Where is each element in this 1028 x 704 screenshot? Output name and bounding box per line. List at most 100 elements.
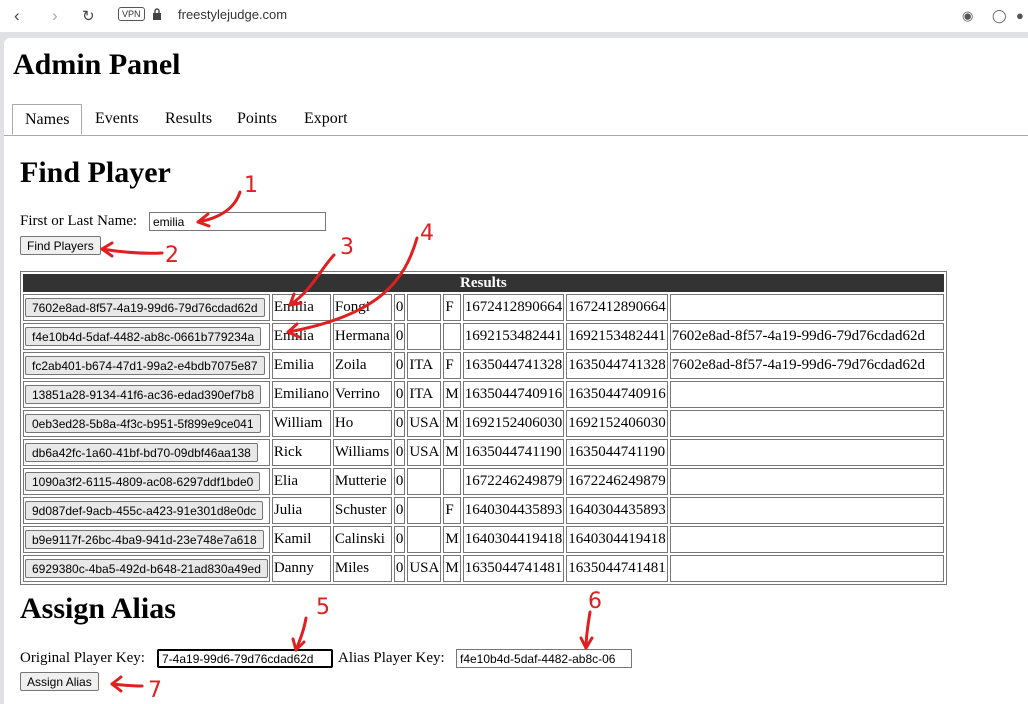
camera-icon[interactable]: ◉ (962, 8, 973, 24)
cell-updated: 1672246249879 (566, 468, 668, 495)
assign-alias-heading: Assign Alias (20, 592, 176, 625)
cell-first: Emilia (271, 352, 331, 379)
player-key-button[interactable]: 9d087def-9acb-455c-a423-91e301d8e0dc (25, 501, 264, 520)
cell-n: 0 (393, 439, 406, 466)
cell-gender: M (443, 381, 461, 408)
cell-first: Emiliano (271, 381, 331, 408)
tab-names[interactable]: Names (12, 104, 83, 135)
table-row: db6a42fc-1a60-41bf-bd70-09dbf46aa138 Rick… (23, 439, 944, 466)
results-table: Results 7602e8ad-8f57-4a19-99d6-79d76cda… (20, 271, 947, 585)
cell-alias (669, 294, 944, 321)
key-cell: 7602e8ad-8f57-4a19-99d6-79d76cdad62d (23, 294, 270, 321)
alias-key-input[interactable] (456, 649, 632, 668)
shield-icon[interactable]: ◯ (992, 8, 1007, 24)
cell-gender: F (443, 352, 461, 379)
cell-updated: 1635044740916 (566, 381, 668, 408)
cell-gender: F (443, 497, 461, 524)
key-cell: b9e9117f-26bc-4ba9-941d-23e748e7a618 (23, 526, 270, 553)
cell-n: 0 (393, 410, 406, 437)
key-cell: db6a42fc-1a60-41bf-bd70-09dbf46aa138 (23, 439, 270, 466)
cell-first: Danny (271, 555, 331, 582)
reload-icon[interactable]: ↻ (82, 7, 95, 25)
cell-alias: 7602e8ad-8f57-4a19-99d6-79d76cdad62d (669, 352, 944, 379)
cell-first: William (271, 410, 331, 437)
cell-alias (669, 526, 944, 553)
table-row: 13851a28-9134-41f6-ac36-edad390ef7b8 Emil… (23, 381, 944, 408)
find-players-button[interactable]: Find Players (20, 236, 101, 255)
player-key-button[interactable]: 1090a3f2-6115-4809-ac08-6297ddf1bde0 (25, 472, 261, 491)
forward-arrow-icon[interactable]: › (52, 6, 58, 26)
cell-updated: 1692152406030 (566, 410, 668, 437)
back-arrow-icon[interactable]: ‹ (14, 6, 20, 26)
page-title: Admin Panel (13, 48, 181, 81)
cell-country: ITA (407, 352, 442, 379)
cell-n: 0 (393, 497, 406, 524)
cell-created: 1692152406030 (462, 410, 565, 437)
table-row: 9d087def-9acb-455c-a423-91e301d8e0dc Juli… (23, 497, 944, 524)
menu-icon[interactable]: ● (1016, 8, 1024, 23)
cell-last: Schuster (332, 497, 392, 524)
tab-results[interactable]: Results (165, 104, 212, 134)
cell-updated: 1640304419418 (566, 526, 668, 553)
cell-n: 0 (393, 294, 406, 321)
cell-created: 1635044741328 (462, 352, 565, 379)
cell-updated: 1672412890664 (566, 294, 668, 321)
table-row: fc2ab401-b674-47d1-99a2-e4bdb7075e87 Emil… (23, 352, 944, 379)
player-key-button[interactable]: f4e10b4d-5daf-4482-ab8c-0661b779234a (25, 327, 262, 346)
cell-alias (669, 555, 944, 582)
cell-n: 0 (393, 323, 406, 350)
cell-country (407, 323, 442, 350)
cell-updated: 1635044741481 (566, 555, 668, 582)
cell-first: Elia (271, 468, 331, 495)
cell-country (407, 468, 442, 495)
cell-created: 1635044740916 (462, 381, 565, 408)
cell-gender: M (443, 555, 461, 582)
original-key-input[interactable] (157, 649, 333, 668)
player-key-button[interactable]: db6a42fc-1a60-41bf-bd70-09dbf46aa138 (25, 443, 258, 462)
cell-updated: 1635044741328 (566, 352, 668, 379)
player-key-button[interactable]: 0eb3ed28-5b8a-4f3c-b951-5f899e9ce041 (25, 414, 261, 433)
player-key-button[interactable]: 13851a28-9134-41f6-ac36-edad390ef7b8 (25, 385, 262, 404)
cell-created: 1635044741481 (462, 555, 565, 582)
tab-export[interactable]: Export (304, 104, 348, 134)
cell-updated: 1640304435893 (566, 497, 668, 524)
cell-n: 0 (393, 352, 406, 379)
table-row: 7602e8ad-8f57-4a19-99d6-79d76cdad62d Emil… (23, 294, 944, 321)
results-header: Results (23, 274, 944, 292)
cell-last: Miles (332, 555, 392, 582)
address-bar[interactable]: freestylejudge.com (178, 7, 287, 22)
player-key-button[interactable]: 6929380c-4ba5-492d-b648-21ad830a49ed (25, 559, 268, 578)
player-key-button[interactable]: 7602e8ad-8f57-4a19-99d6-79d76cdad62d (25, 298, 265, 317)
key-cell: 6929380c-4ba5-492d-b648-21ad830a49ed (23, 555, 270, 582)
cell-gender: M (443, 526, 461, 553)
key-cell: fc2ab401-b674-47d1-99a2-e4bdb7075e87 (23, 352, 270, 379)
cell-alias (669, 381, 944, 408)
player-key-button[interactable]: b9e9117f-26bc-4ba9-941d-23e748e7a618 (25, 530, 264, 549)
table-row: b9e9117f-26bc-4ba9-941d-23e748e7a618 Kami… (23, 526, 944, 553)
cell-created: 1672246249879 (462, 468, 565, 495)
cell-last: Zoila (332, 352, 392, 379)
table-row: 0eb3ed28-5b8a-4f3c-b951-5f899e9ce041 Will… (23, 410, 944, 437)
vpn-badge[interactable]: VPN (118, 7, 145, 21)
original-key-label: Original Player Key: (20, 650, 145, 666)
alias-key-label: Alias Player Key: (338, 650, 445, 666)
table-row: 1090a3f2-6115-4809-ac08-6297ddf1bde0 Elia… (23, 468, 944, 495)
cell-created: 1640304435893 (462, 497, 565, 524)
player-key-button[interactable]: fc2ab401-b674-47d1-99a2-e4bdb7075e87 (25, 356, 265, 375)
cell-country (407, 294, 442, 321)
table-row: f4e10b4d-5daf-4482-ab8c-0661b779234a Emil… (23, 323, 944, 350)
cell-last: Ho (332, 410, 392, 437)
tab-points[interactable]: Points (237, 104, 277, 134)
cell-alias (669, 410, 944, 437)
browser-toolbar: ‹ › ↻ VPN freestylejudge.com ◉ ◯ ● (0, 0, 1028, 32)
cell-created: 1672412890664 (462, 294, 565, 321)
cell-alias (669, 439, 944, 466)
cell-created: 1635044741190 (462, 439, 565, 466)
assign-alias-button[interactable]: Assign Alias (20, 672, 99, 691)
tab-events[interactable]: Events (95, 104, 139, 134)
cell-last: Hermana (332, 323, 392, 350)
name-search-input[interactable] (149, 212, 326, 231)
cell-created: 1640304419418 (462, 526, 565, 553)
cell-last: Fongi (332, 294, 392, 321)
key-cell: 13851a28-9134-41f6-ac36-edad390ef7b8 (23, 381, 270, 408)
